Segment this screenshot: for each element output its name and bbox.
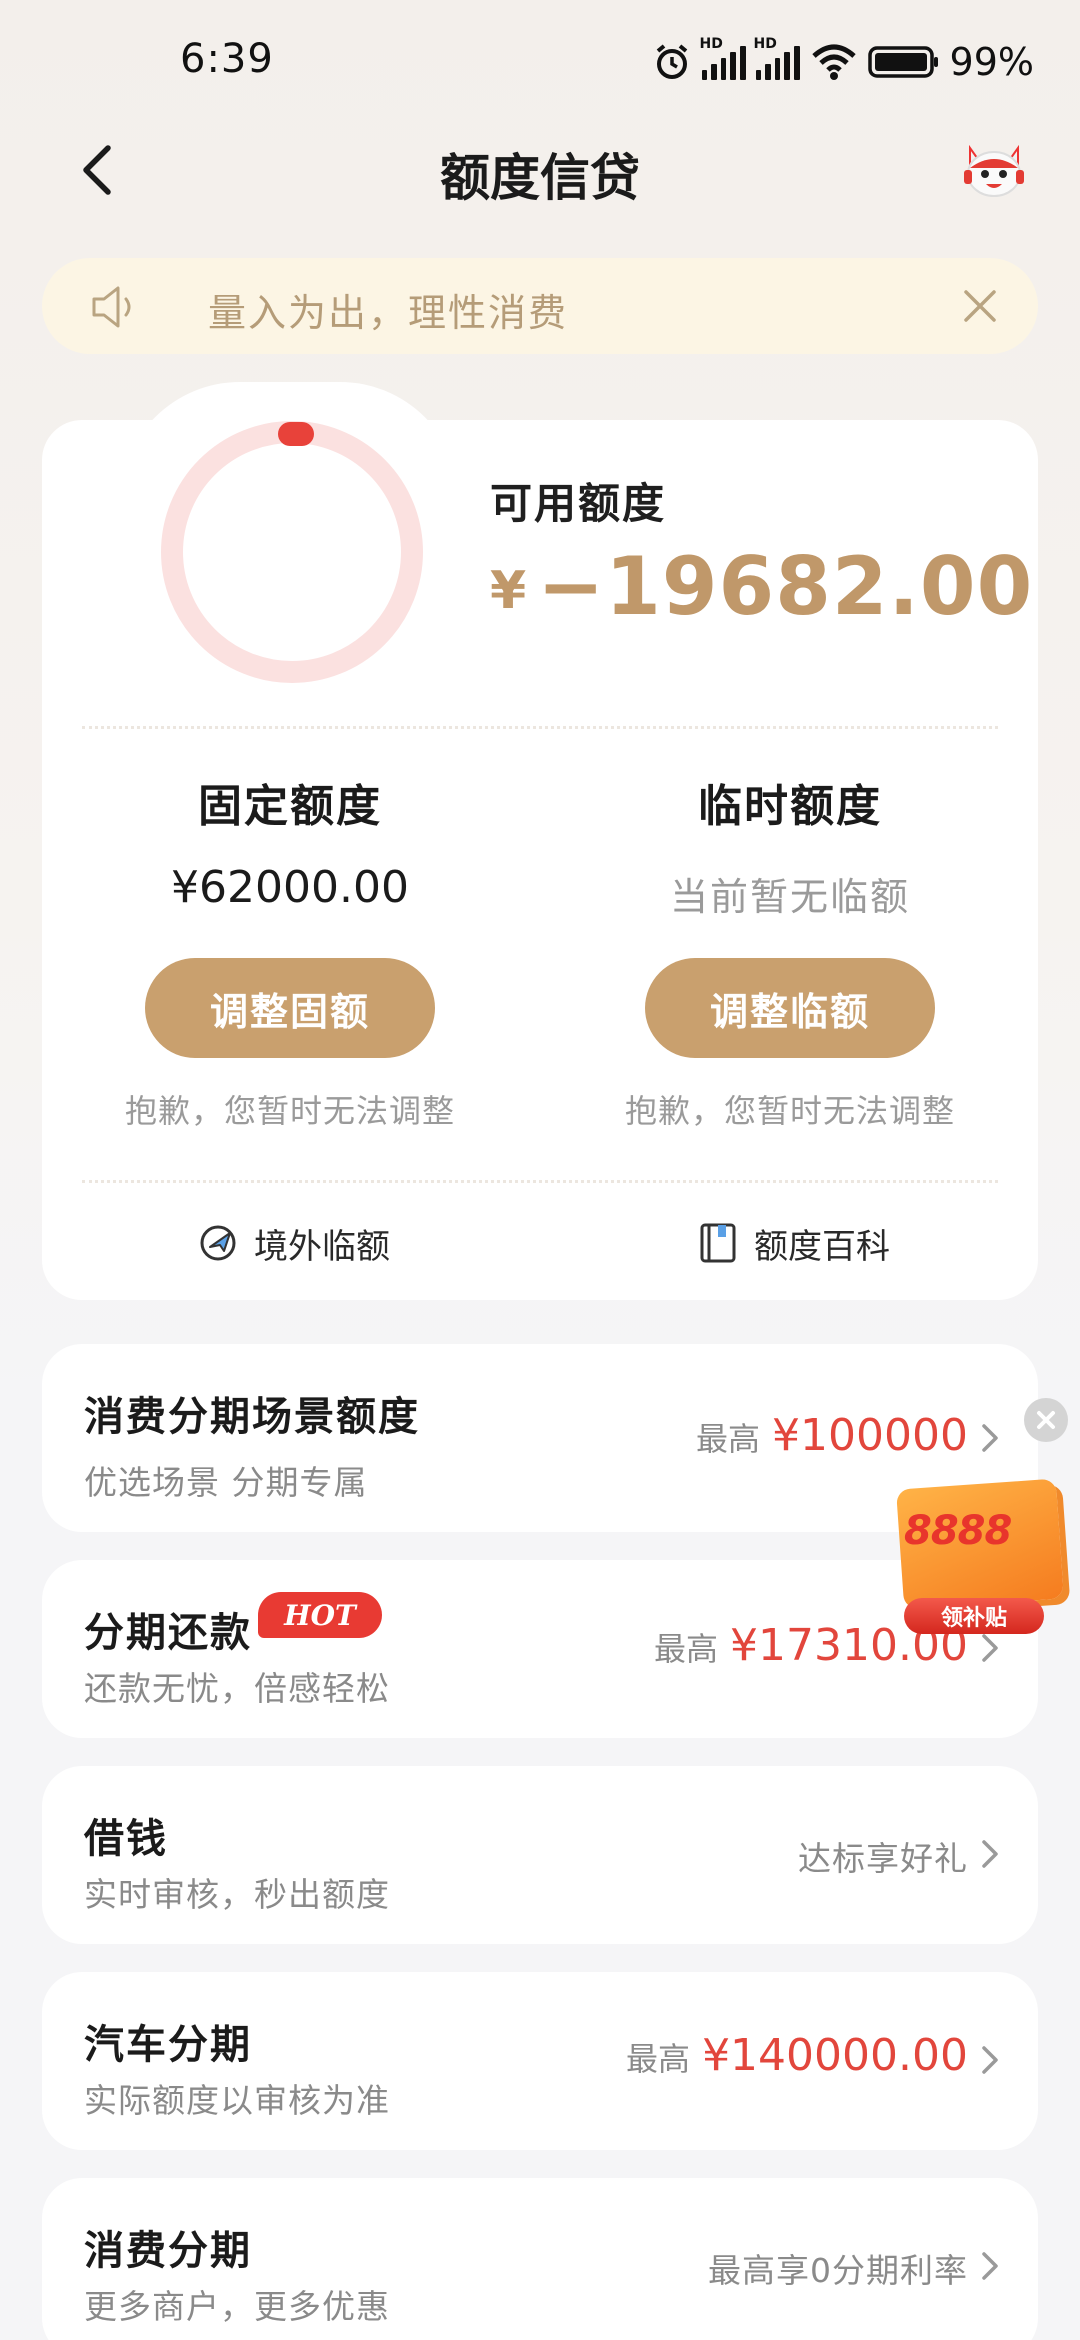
chevron-right-icon <box>982 2046 998 2074</box>
credit-ring-chart <box>161 421 423 683</box>
limit-wiki-label: 额度百科 <box>754 1226 890 1267</box>
claim-subsidy-button[interactable]: 领补贴 <box>904 1598 1044 1634</box>
chevron-right-icon <box>982 2252 998 2280</box>
hot-badge: HOT <box>258 1592 382 1638</box>
item-subtitle: 更多商户，更多优惠 <box>84 2287 390 2326</box>
list-item-consumer-installment[interactable]: 消费分期 更多商户，更多优惠 最高享0分期利率 <box>42 2178 1038 2340</box>
close-icon[interactable] <box>958 284 1002 328</box>
temporary-limit-title: 临时额度 <box>698 781 882 832</box>
book-icon <box>700 1223 736 1263</box>
available-amount: ¥ −19682.00 <box>490 540 1033 633</box>
chevron-right-icon <box>982 1424 998 1452</box>
item-subtitle: 实际额度以审核为准 <box>84 2081 390 2120</box>
item-prefix: 最高 <box>696 1420 761 1458</box>
battery-percent: 99% <box>949 40 1034 84</box>
item-value: ¥140000.00 <box>702 2030 968 2081</box>
available-amount-value: −19682.00 <box>537 540 1034 633</box>
list-item-borrow[interactable]: 借钱 实时审核，秒出额度 达标享好礼 <box>42 1766 1038 1944</box>
list-item-car-installment[interactable]: 汽车分期 实际额度以审核为准 最高 ¥140000.00 <box>42 1972 1038 2150</box>
available-label: 可用额度 <box>490 479 667 528</box>
battery-icon <box>867 46 938 78</box>
status-time: 6:39 <box>180 36 274 82</box>
temporary-limit-note: 抱歉，您暂时无法调整 <box>624 1092 955 1130</box>
notice-banner: 量入为出，理性消费 <box>42 258 1038 354</box>
customer-service-icon[interactable] <box>956 132 1032 208</box>
item-value: ¥100000 <box>772 1410 968 1461</box>
item-right: 最高 ¥140000.00 <box>626 2030 968 2081</box>
notice-text: 量入为出，理性消费 <box>208 291 569 335</box>
item-right: 最高享0分期利率 <box>708 2244 968 2292</box>
promo-amount: 8888 <box>904 1508 1012 1554</box>
nav-bar: 额度信贷 <box>0 120 1080 220</box>
promo-close-button[interactable] <box>1024 1398 1068 1442</box>
item-subtitle: 优选场景 分期专属 <box>84 1463 368 1502</box>
subsidy-promo[interactable]: 8888 领补贴 <box>884 1468 1080 1636</box>
item-right: 最高 ¥100000 <box>696 1410 968 1461</box>
item-title: 分期还款 <box>84 1610 252 1656</box>
fixed-limit-title: 固定额度 <box>198 781 382 832</box>
item-title: 汽车分期 <box>84 2022 252 2068</box>
item-subtitle: 还款无忧，倍感轻松 <box>84 1669 390 1708</box>
item-title: 消费分期 <box>84 2228 252 2274</box>
divider <box>82 726 998 729</box>
chevron-right-icon <box>982 1840 998 1868</box>
plane-globe-icon <box>200 1225 236 1261</box>
adjust-temporary-button[interactable]: 调整临额 <box>645 958 935 1058</box>
item-prefix: 最高 <box>654 1630 719 1668</box>
item-prefix: 最高 <box>626 2040 691 2078</box>
item-title: 借钱 <box>84 1816 168 1862</box>
fixed-limit-note: 抱歉，您暂时无法调整 <box>124 1092 455 1130</box>
item-title: 消费分期场景额度 <box>84 1394 420 1440</box>
overseas-limit-label: 境外临额 <box>254 1226 390 1267</box>
item-right-text: 最高享0分期利率 <box>708 2251 968 2290</box>
adjust-fixed-button[interactable]: 调整固额 <box>145 958 435 1058</box>
divider <box>82 1180 998 1183</box>
fixed-limit-value: ¥62000.00 <box>171 862 409 913</box>
item-right: 达标享好礼 <box>798 1832 968 1880</box>
limit-wiki-link[interactable]: 额度百科 <box>696 1218 890 1268</box>
currency-symbol: ¥ <box>490 561 528 621</box>
wifi-icon <box>811 44 856 80</box>
item-right-text: 达标享好礼 <box>798 1839 968 1878</box>
signal-icon-1: HD <box>700 36 746 80</box>
signal-icon-2: HD <box>754 36 800 80</box>
status-bar: 6:39 HD HD 99% <box>0 0 1080 120</box>
close-icon <box>1037 1411 1055 1429</box>
alarm-icon <box>656 44 687 79</box>
temporary-limit-value: 当前暂无临额 <box>669 875 910 919</box>
page-title: 额度信贷 <box>440 149 640 207</box>
overseas-limit-link[interactable]: 境外临额 <box>196 1218 390 1268</box>
status-icons: HD HD 99% <box>652 36 1034 86</box>
item-subtitle: 实时审核，秒出额度 <box>84 1875 390 1914</box>
speaker-icon <box>92 286 131 328</box>
